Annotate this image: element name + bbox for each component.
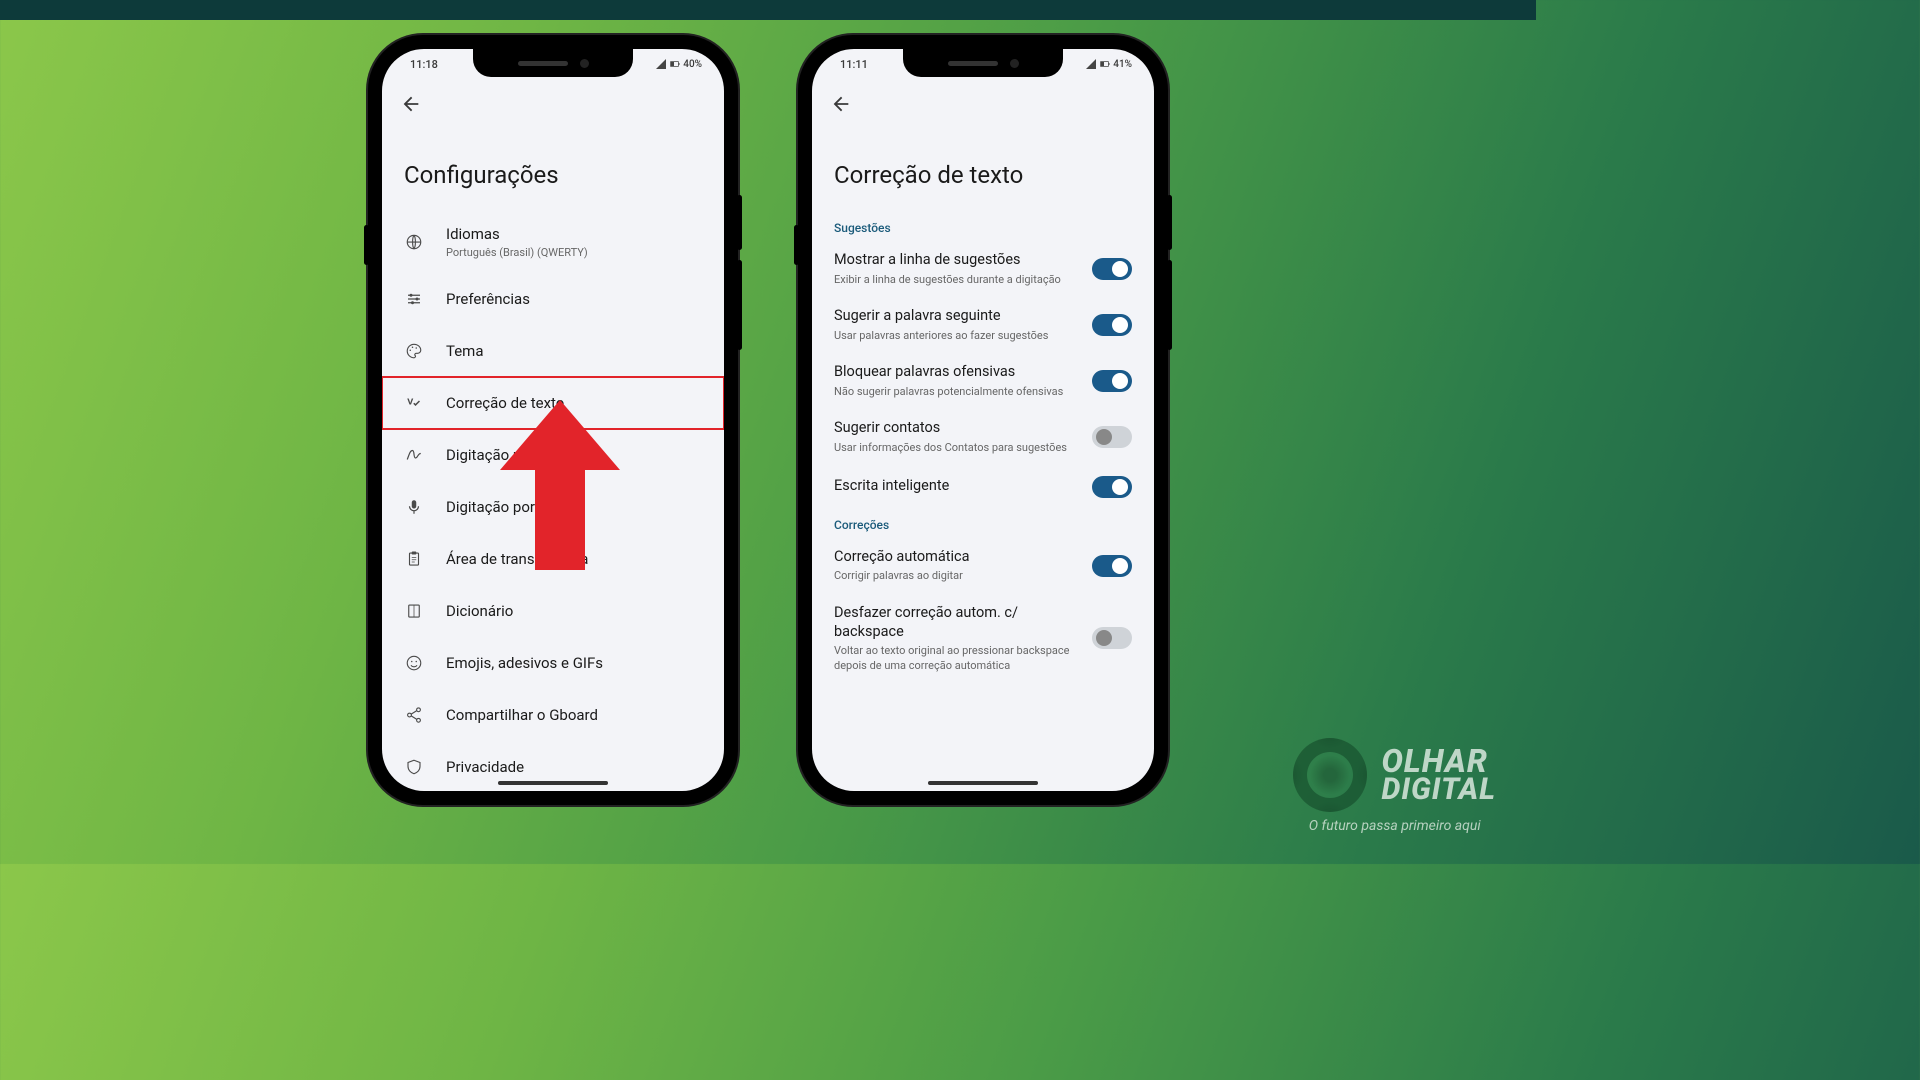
sliders-icon [404, 290, 424, 308]
toggle-title: Desfazer correção autom. c/ backspace [834, 604, 1078, 642]
settings-item-label: Digitação por gesto [446, 446, 702, 464]
brand-logo-ring-icon [1293, 738, 1367, 812]
toggle-switch[interactable] [1092, 555, 1132, 577]
settings-item-emojis[interactable]: Emojis, adesivos e GIFs [382, 637, 724, 689]
page-title: Correção de texto [812, 127, 1154, 211]
back-button[interactable] [382, 79, 724, 127]
shield-icon [404, 758, 424, 776]
settings-item-label: Compartilhar o Gboard [446, 706, 702, 724]
toggle-sugerir-palavra-seguinte[interactable]: Sugerir a palavra seguinte Usar palavras… [812, 297, 1154, 353]
toggle-escrita-inteligente[interactable]: Escrita inteligente [812, 466, 1154, 508]
battery-icon [669, 58, 681, 70]
settings-item-compartilhar[interactable]: Compartilhar o Gboard [382, 689, 724, 741]
status-battery-pct: 40% [683, 59, 702, 70]
toggle-switch[interactable] [1092, 258, 1132, 280]
brand-tagline: O futuro passa primeiro aqui [1309, 818, 1481, 834]
toggle-title: Sugerir contatos [834, 419, 1078, 438]
toggle-sub: Não sugerir palavras potencialmente ofen… [834, 385, 1078, 399]
spellcheck-icon [404, 394, 424, 412]
phone-notch [473, 49, 633, 77]
gesture-icon [404, 446, 424, 464]
signal-icon [655, 58, 667, 70]
palette-icon [404, 342, 424, 360]
settings-list: Idiomas Português (Brasil) (QWERTY) Pref… [382, 211, 724, 791]
battery-icon [1099, 58, 1111, 70]
toggle-correcao-automatica[interactable]: Correção automática Corrigir palavras ao… [812, 538, 1154, 594]
settings-item-label: Preferências [446, 290, 702, 308]
status-battery-pct: 41% [1113, 59, 1132, 70]
home-indicator[interactable] [498, 781, 608, 785]
settings-item-label: Correção de texto [446, 394, 702, 412]
settings-item-label: Idiomas [446, 225, 702, 243]
settings-item-label: Dicionário [446, 602, 702, 620]
phone-notch [903, 49, 1063, 77]
home-indicator[interactable] [928, 781, 1038, 785]
clipboard-icon [404, 550, 424, 568]
share-icon [404, 706, 424, 724]
brand-name-line2: DIGITAL [1381, 776, 1496, 805]
page-top-bar [0, 0, 1536, 20]
settings-item-sub: Português (Brasil) (QWERTY) [446, 246, 702, 259]
toggle-title: Bloquear palavras ofensivas [834, 363, 1078, 382]
signal-icon [1085, 58, 1097, 70]
status-time: 11:18 [404, 58, 474, 71]
settings-item-label: Emojis, adesivos e GIFs [446, 654, 702, 672]
toggle-sub: Usar informações dos Contatos para suges… [834, 441, 1078, 455]
toggle-mostrar-linha-sugestoes[interactable]: Mostrar a linha de sugestões Exibir a li… [812, 241, 1154, 297]
settings-item-label: Tema [446, 342, 702, 360]
toggle-sub: Exibir a linha de sugestões durante a di… [834, 273, 1078, 287]
arrow-back-icon [400, 93, 422, 115]
settings-item-label: Área de transferência [446, 550, 702, 568]
settings-item-digitacao-voz[interactable]: Digitação por Voz [382, 481, 724, 533]
toggle-sub: Corrigir palavras ao digitar [834, 569, 1078, 583]
toggle-sub: Voltar ao texto original ao pressionar b… [834, 644, 1078, 673]
mic-icon [404, 498, 424, 516]
book-icon [404, 602, 424, 620]
settings-item-label: Privacidade [446, 758, 702, 776]
toggle-title: Correção automática [834, 548, 1078, 567]
back-button[interactable] [812, 79, 1154, 127]
toggle-title: Mostrar a linha de sugestões [834, 251, 1078, 270]
page-title: Configurações [382, 127, 724, 211]
arrow-back-icon [830, 93, 852, 115]
settings-item-tema[interactable]: Tema [382, 325, 724, 377]
phone-mockup-correcao: 11:11 41% Correção de texto Sugestões Mo… [798, 35, 1168, 805]
section-label-correcoes: Correções [812, 508, 1154, 538]
toggle-switch[interactable] [1092, 627, 1132, 649]
toggle-sugerir-contatos[interactable]: Sugerir contatos Usar informações dos Co… [812, 409, 1154, 465]
settings-item-dicionario[interactable]: Dicionário [382, 585, 724, 637]
emoji-icon [404, 654, 424, 672]
toggle-title: Escrita inteligente [834, 477, 1078, 496]
phone-mockup-settings: 11:18 40% Configurações Idiomas Portuguê… [368, 35, 738, 805]
section-label-sugestoes: Sugestões [812, 211, 1154, 241]
settings-item-label: Digitação por Voz [446, 498, 702, 516]
status-time: 11:11 [834, 58, 904, 71]
toggle-switch[interactable] [1092, 370, 1132, 392]
toggle-switch[interactable] [1092, 426, 1132, 448]
globe-icon [404, 233, 424, 251]
settings-item-digitacao-gesto[interactable]: Digitação por gesto [382, 429, 724, 481]
toggle-switch[interactable] [1092, 476, 1132, 498]
settings-item-area-transferencia[interactable]: Área de transferência [382, 533, 724, 585]
toggle-sub: Usar palavras anteriores ao fazer sugest… [834, 329, 1078, 343]
settings-item-preferencias[interactable]: Preferências [382, 273, 724, 325]
toggle-switch[interactable] [1092, 314, 1132, 336]
settings-item-correcao-texto[interactable]: Correção de texto [382, 377, 724, 429]
toggle-desfazer-correcao-backspace[interactable]: Desfazer correção autom. c/ backspace Vo… [812, 594, 1154, 683]
settings-item-idiomas[interactable]: Idiomas Português (Brasil) (QWERTY) [382, 211, 724, 273]
brand-logo: OLHAR DIGITAL O futuro passa primeiro aq… [1293, 738, 1496, 834]
toggle-title: Sugerir a palavra seguinte [834, 307, 1078, 326]
toggle-bloquear-palavras-ofensivas[interactable]: Bloquear palavras ofensivas Não sugerir … [812, 353, 1154, 409]
